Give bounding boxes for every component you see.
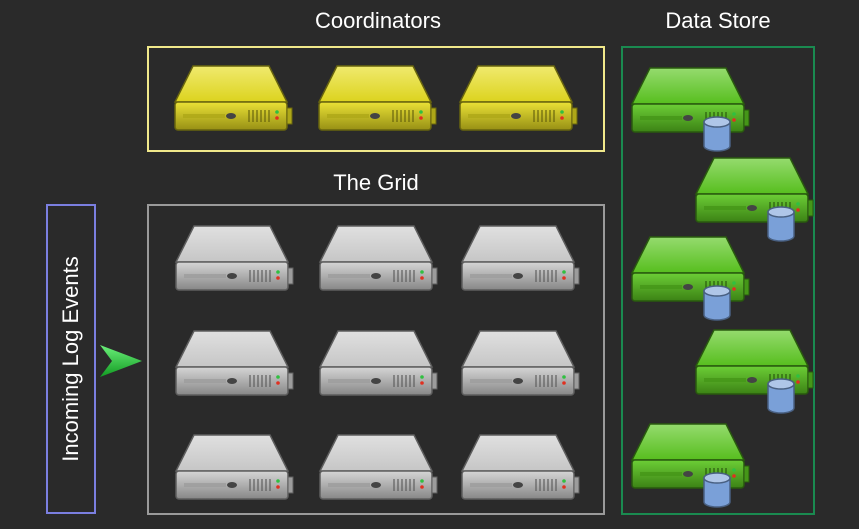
green-server-icon [630, 420, 750, 495]
database-cylinder-icon [702, 472, 732, 508]
coordinators-title: Coordinators [315, 8, 441, 33]
gray-server-icon [460, 222, 580, 297]
data-store-title: Data Store [665, 8, 771, 33]
yellow-server-icon [317, 62, 437, 137]
gray-server-icon [318, 327, 438, 402]
green-server-icon [630, 233, 750, 308]
gray-server-icon [460, 327, 580, 402]
green-server-icon [694, 154, 814, 229]
gray-server-icon [174, 222, 294, 297]
database-cylinder-icon [766, 378, 796, 414]
gray-server-icon [318, 431, 438, 506]
gray-server-icon [174, 431, 294, 506]
grid-title: The Grid [333, 170, 419, 195]
incoming-log-events-box: Incoming Log Events [46, 204, 96, 514]
yellow-server-icon [173, 62, 293, 137]
green-server-icon [630, 64, 750, 139]
green-server-icon [694, 326, 814, 401]
database-cylinder-icon [702, 285, 732, 321]
green-arrow-icon [98, 343, 144, 379]
gray-server-icon [174, 327, 294, 402]
incoming-log-events-label: Incoming Log Events [58, 256, 83, 462]
gray-server-icon [460, 431, 580, 506]
database-cylinder-icon [766, 206, 796, 242]
gray-server-icon [318, 222, 438, 297]
yellow-server-icon [458, 62, 578, 137]
database-cylinder-icon [702, 116, 732, 152]
